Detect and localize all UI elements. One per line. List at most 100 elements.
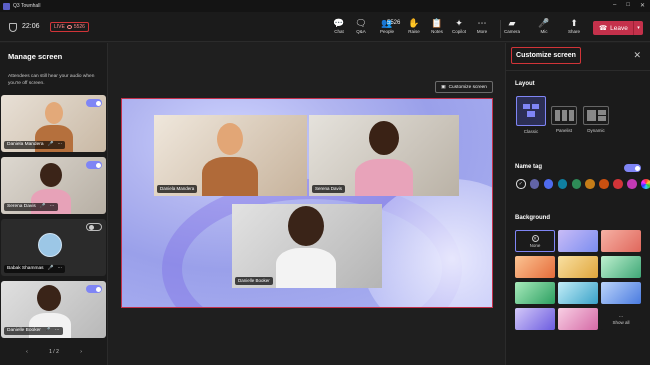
manage-screen-panel: Manage screen Attendees can still hear y… [0,43,108,365]
participant-tile[interactable]: Babak Shammas 🎤 ⋯ [1,219,106,276]
more-icon[interactable]: ⋯ [58,265,63,273]
leave-label: Leave [610,24,628,32]
avatar [37,285,61,311]
raise-hand-button[interactable]: ✋ Raise [402,18,426,34]
background-none[interactable]: ✕ None [515,230,555,252]
copilot-button[interactable]: ✦ Copilot [447,18,471,34]
color-swatch[interactable] [585,179,595,189]
live-badge: LIVE 5526 [50,22,89,32]
layout-option-dynamic[interactable]: Dynamic [583,106,609,133]
video-feed: Daniela Mandera [154,115,307,196]
mic-icon: 🎤 [44,328,51,333]
maximize-icon[interactable]: □ [626,2,630,9]
color-swatch[interactable] [627,179,637,189]
avatar [288,206,324,246]
more-icon[interactable]: ⋯ [55,327,60,335]
video-feed: Danielle Booker [232,204,382,288]
copilot-icon: ✦ [455,18,463,28]
show-all-backgrounds[interactable]: ⋯ Show all [601,308,641,330]
customize-screen-button[interactable]: ▣ Customize screen [435,81,493,93]
avatar [369,121,399,155]
eye-icon [66,25,72,29]
camera-button[interactable]: ▰ Camera [500,18,524,34]
layout-option-panelist[interactable]: Panelist [551,106,577,133]
background-option[interactable] [558,230,598,252]
participant-tile[interactable]: Serena Davis 🎤 ⋯ [1,157,106,214]
layout-section-title: Layout [515,81,535,87]
participant-name-tag: Danielle Booker [235,277,273,285]
more-icon: ⋯ [477,18,487,28]
participant-name: Daniela Mandera [7,142,44,147]
background-section-title: Background [515,215,551,221]
more-icon[interactable]: ⋯ [50,203,55,211]
meeting-timer: 22:06 [22,23,40,30]
phone-icon: ☎ [599,25,608,32]
chat-icon: 💬 [333,18,345,28]
background-option[interactable] [601,230,641,252]
background-option[interactable] [558,282,598,304]
background-option[interactable] [515,256,555,278]
avatar [45,102,63,124]
participant-name-tag: Daniela Mandera [157,185,198,193]
color-swatch[interactable] [543,179,554,189]
participant-name: Serena Davis [7,204,36,209]
none-icon: ✕ [531,234,539,242]
leave-button[interactable]: ☎ Leave ▾ [593,21,643,35]
color-swatch[interactable] [529,179,540,189]
participant-tile[interactable]: Danielle Booker 🎤 ⋯ [1,281,106,338]
background-options: ✕ None ⋯ Show all [515,230,641,330]
on-screen-toggle[interactable] [86,285,102,293]
background-option[interactable] [601,256,641,278]
divider [506,70,650,71]
panel-title: Manage screen [8,52,63,61]
background-option[interactable] [558,256,598,278]
title-bar: Q3 Townhall – □ ✕ [0,0,650,12]
window-controls: – □ ✕ [613,2,645,9]
background-option[interactable] [558,308,598,330]
notes-icon: 📋 [431,18,443,28]
checkmark-icon: ✓ [518,180,523,187]
color-swatch[interactable] [557,179,568,189]
customize-screen-panel: Customize screen ✕ Layout Classic Paneli… [505,43,650,365]
color-swatch-custom[interactable] [641,179,650,189]
chevron-down-icon[interactable]: ▾ [633,21,643,35]
on-screen-toggle[interactable] [86,99,102,107]
name-tag-toggle[interactable] [624,164,641,172]
more-icon[interactable]: ⋯ [58,141,63,149]
more-button[interactable]: ⋯ More [470,18,494,34]
share-icon: ⬆ [570,18,578,28]
color-swatch[interactable]: ✓ [516,179,526,189]
teams-logo-icon [3,2,10,10]
qa-icon: 🗨 [355,18,367,28]
color-swatch[interactable] [571,179,582,189]
mic-icon: 🎤 [538,18,550,28]
chat-button[interactable]: 💬 Chat [327,18,351,34]
video-feed: Serena Davis [309,115,459,196]
notes-button[interactable]: 📋 Notes [425,18,449,34]
on-screen-toggle[interactable] [86,161,102,169]
on-screen-toggle[interactable] [86,223,102,231]
qa-button[interactable]: 🗨 Q&A [349,18,373,34]
background-option[interactable] [601,282,641,304]
background-option[interactable] [515,308,555,330]
panel-title: Customize screen [511,47,581,64]
minimize-icon[interactable]: – [613,2,616,9]
mic-icon: 🎤 [47,142,54,147]
shield-icon [9,23,17,32]
color-swatch[interactable] [613,179,623,189]
close-window-icon[interactable]: ✕ [640,2,645,9]
color-swatch[interactable] [599,179,609,189]
background-option[interactable] [515,282,555,304]
viewer-count: 5526 [73,24,85,30]
name-tag-section-title: Name tag [515,164,543,170]
participant-name: Danielle Booker [7,328,41,333]
chevron-right-icon[interactable]: › [80,349,82,355]
share-button[interactable]: ⬆ Share [562,18,586,34]
chevron-left-icon[interactable]: ‹ [26,349,28,355]
layout-option-classic[interactable]: Classic [516,96,546,134]
mic-button[interactable]: 🎤 Mic [532,18,556,34]
mic-muted-icon: 🎤 [47,266,54,271]
close-icon[interactable]: ✕ [633,50,641,61]
people-count: 5526 [387,20,401,26]
participant-tile[interactable]: Daniela Mandera 🎤 ⋯ [1,95,106,152]
